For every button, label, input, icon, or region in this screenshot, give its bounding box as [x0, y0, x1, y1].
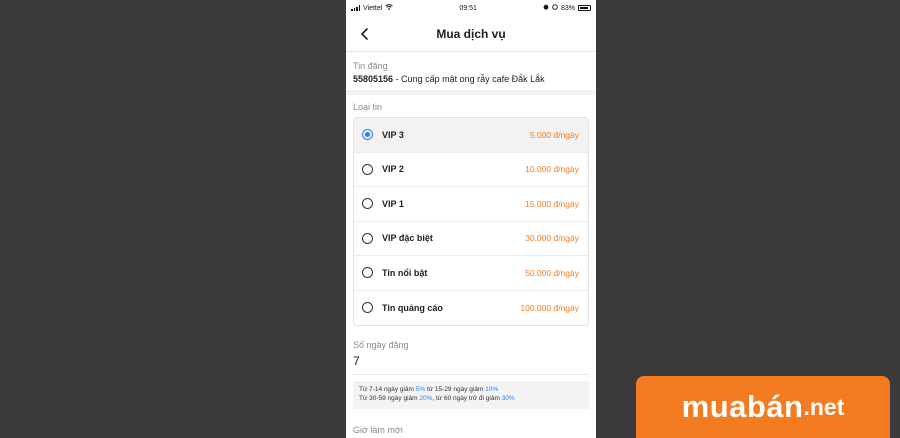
- listing-type-options: VIP 3 5.000 đ/ngày VIP 2 10.000 đ/ngày V…: [353, 117, 589, 326]
- option-name: VIP 2: [382, 164, 404, 175]
- discount-text: từ 15-29 ngày giảm: [425, 386, 486, 393]
- page-title: Mua dịch vụ: [436, 26, 506, 41]
- radio-icon[interactable]: [362, 129, 373, 141]
- post-id: 55805156: [353, 74, 394, 84]
- discount-line-2: Từ 30-59 ngày giảm 20%, từ 60 ngày trở đ…: [359, 395, 583, 404]
- discount-percent: 20%: [419, 394, 433, 402]
- phone-screen: Viettel 09:51 83% Mua dịch vụ Tin đăng 5…: [346, 0, 596, 438]
- discount-percent: 10%: [485, 386, 499, 393]
- post-title: - Cung cấp mật ong rẫy cafe Đắk Lắk: [395, 74, 545, 84]
- status-left: Viettel: [351, 4, 394, 12]
- discount-percent: 5%: [415, 386, 426, 393]
- option-price: 100.000 đ/ngày: [520, 302, 579, 313]
- post-label: Tin đăng: [353, 61, 388, 71]
- listing-type-label: Loại tin: [353, 102, 383, 112]
- discount-text: Từ 30-59 ngày giảm: [359, 394, 420, 402]
- option-name: VIP đặc biệt: [382, 233, 433, 244]
- wifi-icon: [385, 4, 394, 12]
- rotation-lock-icon: [552, 4, 558, 12]
- nav-bar: Mua dịch vụ: [346, 16, 596, 52]
- option-name: VIP 3: [382, 129, 404, 140]
- discount-line-1: Từ 7-14 ngày giảm 5% từ 15-29 ngày giảm …: [359, 386, 583, 395]
- status-right: 83%: [543, 4, 591, 12]
- option-price: 10.000 đ/ngày: [525, 164, 579, 175]
- listing-option-vip-2[interactable]: VIP 2 10.000 đ/ngày: [354, 153, 588, 187]
- listing-type-section: Loại tin VIP 3 5.000 đ/ngày VIP 2 10.000…: [346, 95, 596, 326]
- post-summary: 55805156 - Cung cấp mật ong rẫy cafe Đắk…: [353, 74, 589, 84]
- discount-percent: 30%: [501, 394, 515, 402]
- radio-icon[interactable]: [362, 198, 373, 210]
- days-section: Số ngày đăng 7: [346, 326, 596, 375]
- battery-percent: 83%: [560, 4, 575, 12]
- battery-icon: [577, 5, 591, 11]
- option-name: VIP 1: [382, 198, 404, 209]
- discount-text: Từ 7-14 ngày giảm: [359, 386, 416, 393]
- renew-label: Giờ làm mới: [353, 424, 403, 435]
- renew-section: Giờ làm mới: [346, 409, 596, 435]
- discount-text: , từ 60 ngày trở đi giảm: [432, 394, 502, 402]
- listing-option-advertising[interactable]: Tin quảng cáo 100.000 đ/ngày: [354, 291, 588, 326]
- days-label: Số ngày đăng: [353, 340, 409, 350]
- days-input[interactable]: 7: [353, 354, 589, 375]
- alarm-icon: [543, 4, 549, 12]
- radio-icon[interactable]: [362, 267, 373, 279]
- watermark-tld: .net: [803, 393, 845, 420]
- radio-icon[interactable]: [362, 163, 373, 175]
- back-button[interactable]: [354, 24, 374, 44]
- radio-icon[interactable]: [362, 302, 373, 314]
- option-price: 15.000 đ/ngày: [525, 198, 579, 209]
- option-name: Tin nổi bật: [382, 267, 428, 278]
- option-price: 50.000 đ/ngày: [525, 267, 579, 278]
- status-bar: Viettel 09:51 83%: [346, 0, 596, 16]
- listing-option-vip-special[interactable]: VIP đặc biệt 30.000 đ/ngày: [354, 222, 588, 256]
- signal-icon: [351, 5, 360, 11]
- carrier-label: Viettel: [363, 4, 383, 12]
- listing-option-vip-1[interactable]: VIP 1 15.000 đ/ngày: [354, 187, 588, 222]
- clock: 09:51: [459, 4, 477, 12]
- option-price: 30.000 đ/ngày: [525, 233, 579, 244]
- brand-watermark: muabán .net: [636, 376, 890, 438]
- listing-option-vip-3[interactable]: VIP 3 5.000 đ/ngày: [354, 118, 588, 153]
- post-section: Tin đăng 55805156 - Cung cấp mật ong rẫy…: [346, 52, 596, 95]
- watermark-brand: muabán: [681, 389, 804, 424]
- option-name: Tin quảng cáo: [382, 302, 443, 313]
- chevron-left-icon: [360, 28, 368, 40]
- radio-icon[interactable]: [362, 232, 373, 244]
- listing-option-featured[interactable]: Tin nổi bật 50.000 đ/ngày: [354, 256, 588, 291]
- option-price: 5.000 đ/ngày: [529, 129, 579, 140]
- discount-info: Từ 7-14 ngày giảm 5% từ 15-29 ngày giảm …: [353, 381, 589, 409]
